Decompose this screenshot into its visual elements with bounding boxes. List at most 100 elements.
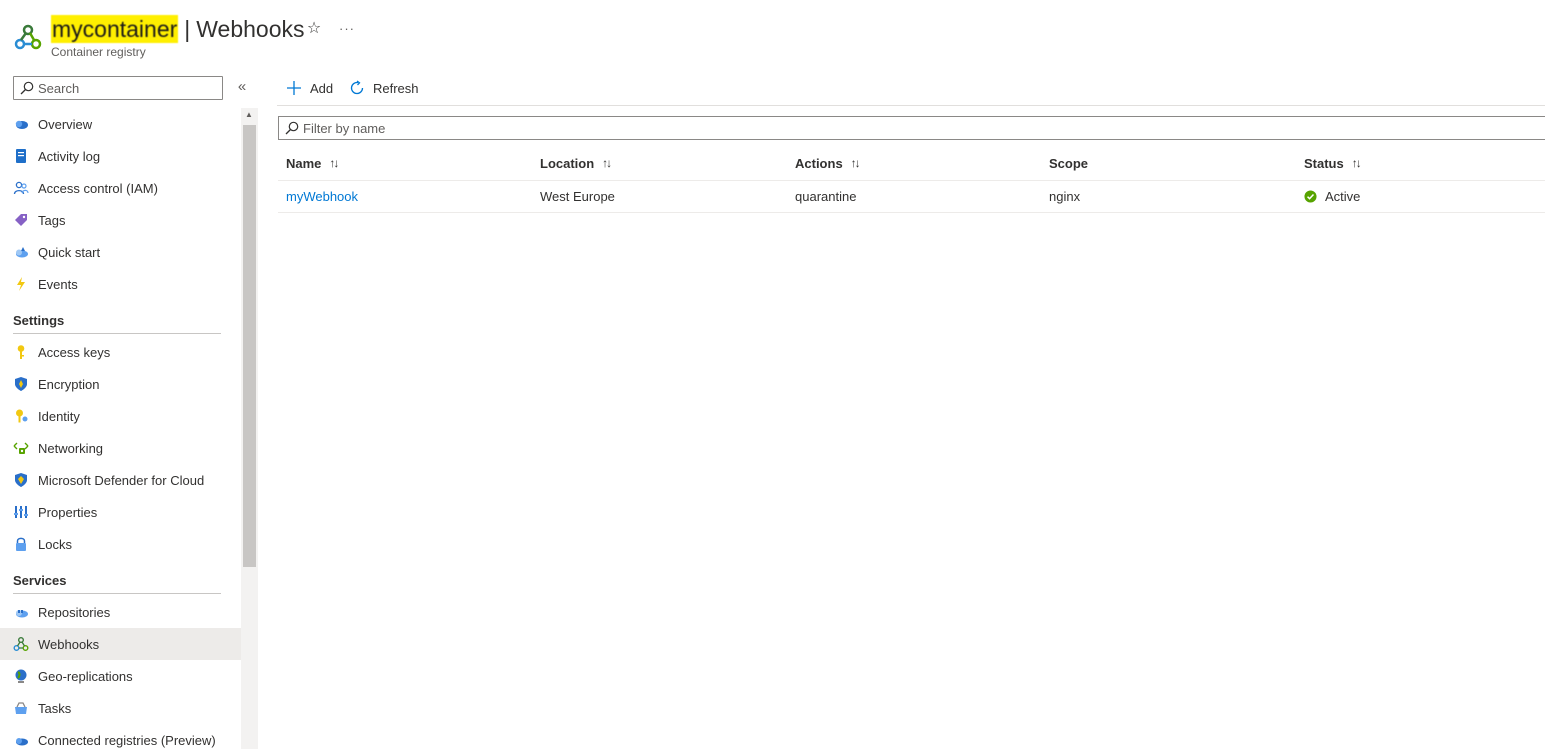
menu-item-label: Access keys [38,344,111,360]
menu-item-properties[interactable]: Properties [0,496,241,528]
menu-item-quick-start[interactable]: Quick start [0,236,241,268]
column-header-location[interactable]: Location ↑↓ [540,146,612,180]
filter-search-icon [285,121,299,135]
status-text: Active [1325,189,1361,204]
column-header-label: Actions [795,155,843,171]
menu-item-access-control[interactable]: Access control (IAM) [0,172,241,204]
connected-registries-icon [13,732,29,748]
webhook-icon [13,636,29,652]
menu-item-webhooks[interactable]: Webhooks [0,628,241,660]
menu-item-activity-log[interactable]: Activity log [0,140,241,172]
menu-item-label: Events [38,276,78,292]
sort-icon[interactable]: ↑↓ [602,156,612,170]
menu-item-geo-replications[interactable]: Geo-replications [0,660,241,692]
plus-icon [286,80,302,96]
section-header-services: Services [0,560,241,594]
menu-item-label: Identity [38,408,80,424]
blade-header: mycontainer | Webhooks ☆ ··· Container r… [0,0,1545,70]
defender-icon [13,472,29,488]
menu-item-defender[interactable]: Microsoft Defender for Cloud [0,464,241,496]
menu-item-label: Quick start [38,244,101,260]
column-header-status[interactable]: Status ↑↓ [1304,146,1362,180]
sort-icon[interactable]: ↑↓ [851,156,861,170]
cell-location: West Europe [540,189,615,204]
menu-item-events[interactable]: Events [0,268,241,300]
column-header-scope: Scope [1049,146,1088,180]
column-header-name[interactable]: Name ↑↓ [286,146,339,180]
menu-item-label: Access control (IAM) [38,180,158,196]
shield-icon [13,376,29,392]
column-header-label: Scope [1049,155,1089,171]
key-icon [13,344,29,360]
refresh-button[interactable]: Refresh [349,78,419,98]
menu-item-label: Encryption [38,376,100,392]
webhook-resource-icon [14,24,42,50]
menu-item-label: Repositories [38,604,111,620]
sort-icon[interactable]: ↑↓ [329,156,339,170]
menu-item-access-keys[interactable]: Access keys [0,336,241,368]
menu-item-overview[interactable]: Overview [0,108,241,140]
favorite-star-icon[interactable]: ☆ [305,19,323,39]
menu-item-label: Overview [38,116,93,132]
table-header: Name ↑↓ Location ↑↓ Actions ↑↓ Scope Sta… [278,146,1545,181]
refresh-button-label: Refresh [373,80,419,96]
menu-item-locks[interactable]: Locks [0,528,241,560]
webhook-name-link[interactable]: myWebhook [286,189,358,204]
menu-item-label: Geo-replications [38,668,133,684]
menu-item-label: Tasks [38,700,72,716]
menu-item-identity[interactable]: Identity [0,400,241,432]
quickstart-icon [13,244,29,260]
menu-item-label: Properties [38,504,98,520]
menu-item-label: Tags [38,212,66,228]
menu-item-tasks[interactable]: Tasks [0,692,241,724]
menu-item-label: Webhooks [38,636,100,652]
filter-by-name-input[interactable] [303,119,903,137]
webhooks-table: Name ↑↓ Location ↑↓ Actions ↑↓ Scope Sta… [278,146,1545,213]
globe-icon [13,668,29,684]
filter-box[interactable] [278,116,1545,140]
sort-icon[interactable]: ↑↓ [1352,156,1362,170]
identity-icon [13,408,29,424]
collapse-menu-icon[interactable]: « [233,78,251,98]
column-header-actions[interactable]: Actions ↑↓ [795,146,861,180]
menu-item-networking[interactable]: Networking [0,432,241,464]
menu-scrollbar[interactable]: ▲ [241,108,258,749]
properties-icon [13,504,29,520]
column-header-label: Status [1304,155,1344,171]
cell-actions: quarantine [795,189,857,204]
resource-type-subtitle: Container registry [51,45,146,59]
refresh-icon [349,80,365,96]
search-icon [20,81,34,95]
command-bar: Add Refresh [277,70,1545,106]
column-header-label: Location [540,155,595,171]
activity-log-icon [13,148,29,164]
tasks-icon [13,700,29,716]
menu-item-label: Microsoft Defender for Cloud [38,472,205,488]
add-button-label: Add [310,80,334,96]
cell-status: Active [1304,181,1360,212]
more-options-icon[interactable]: ··· [338,19,356,39]
menu-search-input[interactable] [38,79,218,97]
networking-icon [13,440,29,456]
menu-item-connected-registries[interactable]: Connected registries (Preview) [0,724,241,749]
check-circle-icon [1304,190,1317,203]
add-button[interactable]: Add [286,78,333,98]
column-header-label: Name [286,155,322,171]
title-separator: | [184,16,191,42]
lightning-icon [13,276,29,292]
menu-item-repositories[interactable]: Repositories [0,596,241,628]
scroll-up-arrow-icon[interactable]: ▲ [245,110,253,119]
azure-portal-page: mycontainer | Webhooks ☆ ··· Container r… [0,0,1545,749]
lock-icon [13,536,29,552]
menu-list: Overview Activity log Access control (IA… [0,108,241,749]
table-row: myWebhook West Europe quarantine nginx A… [278,181,1545,213]
menu-search-box[interactable] [13,76,223,100]
tag-icon [13,212,29,228]
menu-item-tags[interactable]: Tags [0,204,241,236]
section-header-settings: Settings [0,300,241,334]
scrollbar-thumb[interactable] [243,125,256,567]
menu-item-label: Activity log [38,148,101,164]
cell-scope: nginx [1049,189,1081,204]
menu-item-encryption[interactable]: Encryption [0,368,241,400]
people-icon [13,180,29,196]
